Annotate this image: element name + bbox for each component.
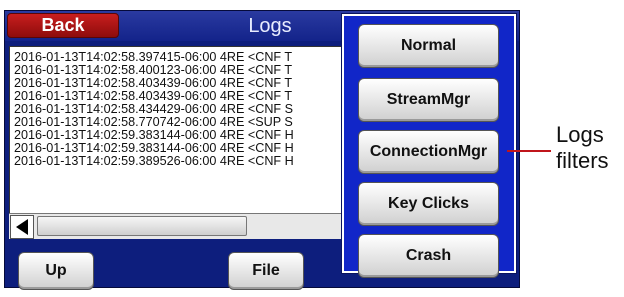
callout-label: Logs filters: [556, 122, 609, 174]
left-arrow-icon[interactable]: [10, 215, 34, 239]
back-button[interactable]: Back: [7, 13, 119, 38]
filter-streammgr-button[interactable]: StreamMgr: [358, 78, 499, 122]
filter-connectionmgr-button[interactable]: ConnectionMgr: [358, 130, 499, 174]
file-button[interactable]: File: [228, 252, 304, 290]
horizontal-scrollbar[interactable]: [9, 213, 371, 239]
log-list[interactable]: 2016-01-13T14:02:58.397415-06:00 4RE <CN…: [9, 46, 371, 238]
filter-crash-button[interactable]: Crash: [358, 234, 499, 278]
filter-key-clicks-button[interactable]: Key Clicks: [358, 182, 499, 226]
log-line: 2016-01-13T14:02:59.389526-06:00 4RE <CN…: [14, 154, 294, 168]
callout-line: [507, 150, 551, 152]
callout-label-line2: filters: [556, 148, 609, 173]
callout-label-line1: Logs: [556, 122, 604, 147]
screen-title: Logs: [248, 15, 292, 37]
up-button[interactable]: Up: [18, 252, 94, 290]
filter-normal-button[interactable]: Normal: [358, 24, 499, 68]
scrollbar-thumb[interactable]: [37, 216, 247, 236]
log-filters-menu: Normal StreamMgr ConnectionMgr Key Click…: [341, 13, 517, 278]
